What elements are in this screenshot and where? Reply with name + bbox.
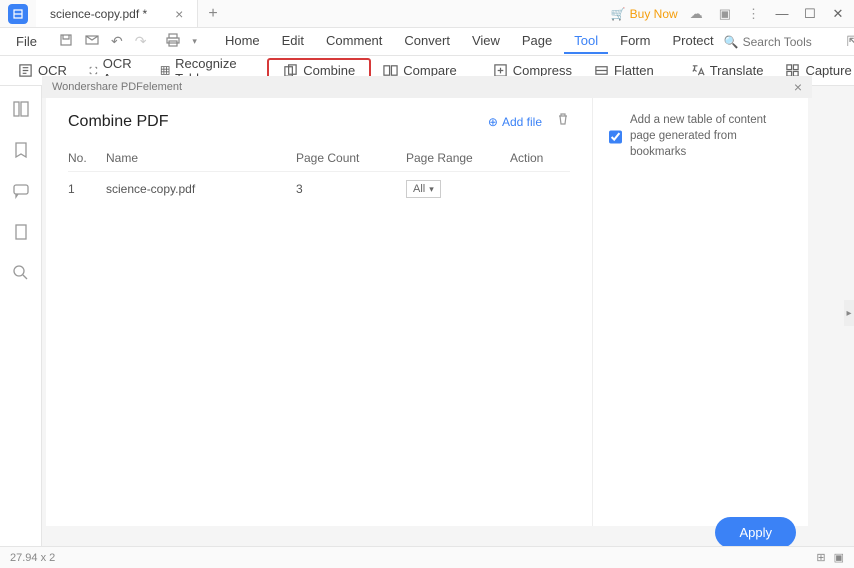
plus-icon: ⊕ [488, 115, 498, 129]
chevron-down-icon: ▾ [429, 184, 434, 195]
left-sidebar [0, 86, 42, 546]
header-page-range: Page Range [406, 151, 510, 165]
redo-icon[interactable]: ↷ [129, 33, 153, 50]
file-menu[interactable]: File [8, 34, 45, 49]
row-name: science-copy.pdf [106, 182, 296, 196]
search-icon: 🔍 [724, 35, 739, 49]
menubar-right-icons: ⇱ ⟳ ⌂ [841, 33, 854, 50]
menu-home[interactable]: Home [215, 29, 270, 54]
header-no: No. [68, 151, 106, 165]
notification-icon[interactable]: ▣ [715, 2, 735, 26]
menu-form[interactable]: Form [610, 29, 660, 54]
pane-header: Combine PDF ⊕ Add file [68, 112, 570, 131]
table-row[interactable]: 1 science-copy.pdf 3 All▾ [68, 172, 570, 206]
row-page-count: 3 [296, 182, 406, 196]
minimize-button[interactable]: — [772, 6, 792, 21]
delete-icon[interactable] [556, 112, 570, 131]
header-name: Name [106, 151, 296, 165]
menu-tool[interactable]: Tool [564, 29, 608, 54]
status-right: ⊞ ▣ [816, 551, 844, 564]
bookmark-icon[interactable] [12, 141, 30, 164]
combine-panel: Combine PDF ⊕ Add file No. Name Page Cou… [46, 98, 808, 526]
search-input[interactable] [743, 35, 833, 49]
titlebar: science-copy.pdf * × + 🛒 Buy Now ☁ ▣ ⋮ —… [0, 0, 854, 28]
expand-panel-icon[interactable]: ▸ [844, 300, 854, 326]
titlebar-right: 🛒 Buy Now ☁ ▣ ⋮ — ☐ ✕ [611, 2, 854, 26]
thumbnails-icon[interactable] [12, 100, 30, 123]
app-logo [8, 4, 28, 24]
apply-button[interactable]: Apply [715, 517, 796, 548]
save-icon[interactable] [53, 33, 79, 50]
menu-edit[interactable]: Edit [272, 29, 314, 54]
panel-title: Wondershare PDFelement [52, 81, 182, 93]
toc-option[interactable]: Add a new table of content page generate… [609, 112, 792, 160]
menu-items: Home Edit Comment Convert View Page Tool… [215, 29, 724, 54]
combine-title: Combine PDF [68, 113, 168, 131]
combine-right-pane: Add a new table of content page generate… [593, 98, 808, 526]
add-file-label: Add file [502, 115, 542, 129]
close-icon[interactable]: × [175, 6, 183, 22]
search-tools: 🔍 [724, 35, 833, 49]
add-tab-button[interactable]: + [198, 5, 227, 23]
page-dimensions: 27.94 x 2 [10, 552, 55, 564]
statusbar: 27.94 x 2 ⊞ ▣ [0, 546, 854, 568]
fit-width-icon[interactable]: ⊞ [816, 551, 825, 564]
close-window-button[interactable]: ✕ [828, 6, 848, 22]
combine-left-pane: Combine PDF ⊕ Add file No. Name Page Cou… [46, 98, 593, 526]
mail-icon[interactable] [79, 33, 105, 50]
tab-title: science-copy.pdf * [50, 7, 147, 21]
comment-icon[interactable] [12, 182, 30, 205]
cart-icon: 🛒 [611, 7, 626, 21]
add-file-button[interactable]: ⊕ Add file [488, 115, 542, 129]
search-sidebar-icon[interactable] [12, 264, 30, 287]
print-dropdown-icon[interactable]: ▾ [186, 36, 203, 47]
menu-page[interactable]: Page [512, 29, 562, 54]
fit-page-icon[interactable]: ▣ [834, 551, 844, 564]
header-page-count: Page Count [296, 151, 406, 165]
buy-now-label: Buy Now [630, 7, 678, 21]
more-icon[interactable]: ⋮ [743, 2, 764, 26]
undo-icon[interactable]: ↶ [105, 33, 129, 50]
maximize-button[interactable]: ☐ [800, 6, 820, 22]
document-tab[interactable]: science-copy.pdf * × [36, 0, 198, 27]
toc-label: Add a new table of content page generate… [630, 112, 792, 160]
table-header: No. Name Page Count Page Range Action [68, 145, 570, 172]
panel-close-icon[interactable]: × [794, 79, 802, 95]
row-no: 1 [68, 182, 106, 196]
buy-now-button[interactable]: 🛒 Buy Now [611, 7, 678, 21]
toc-checkbox[interactable] [609, 114, 622, 160]
menu-view[interactable]: View [462, 29, 510, 54]
print-icon[interactable] [160, 33, 186, 50]
tool-label: Capture [805, 63, 851, 78]
menu-comment[interactable]: Comment [316, 29, 392, 54]
page-range-select[interactable]: All▾ [406, 180, 441, 198]
attachment-icon[interactable] [12, 223, 30, 246]
panel-header: Wondershare PDFelement × [42, 76, 812, 98]
cloud-icon[interactable]: ☁ [686, 2, 707, 26]
menu-convert[interactable]: Convert [394, 29, 460, 54]
row-page-range: All▾ [406, 180, 510, 198]
menu-protect[interactable]: Protect [662, 29, 723, 54]
share-icon[interactable]: ⇱ [841, 33, 854, 50]
header-action: Action [510, 151, 570, 165]
